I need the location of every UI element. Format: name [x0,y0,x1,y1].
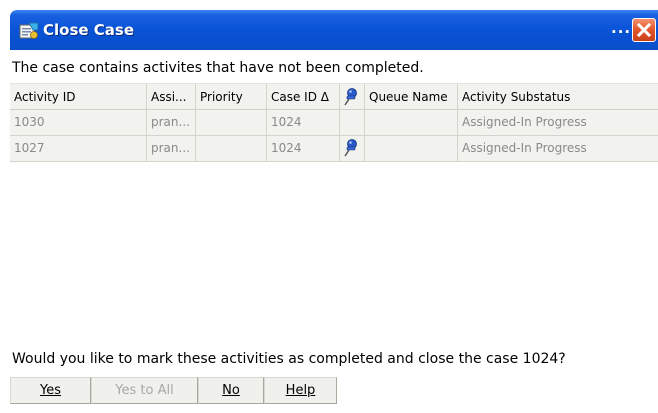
table-row[interactable]: 1030 pran... 1024 Assigned-In Progress [10,110,658,136]
table-row[interactable]: 1027 pran... 1024 Assigned-In Progress [10,136,658,162]
cell-queue-name [365,110,458,135]
no-button-label: No [222,383,240,398]
cell-activity-id: 1030 [10,110,147,135]
cell-pin [340,110,365,135]
cell-queue-name [365,136,458,161]
pushpin-icon [344,88,357,106]
pushpin-icon [344,139,357,157]
column-header-activity-id[interactable]: Activity ID [10,84,147,110]
yes-to-all-button[interactable]: Yes to All [91,377,198,404]
column-header-priority[interactable]: Priority [196,84,267,110]
title-overflow-indicator: ... [611,19,632,37]
column-header-activity-substatus[interactable]: Activity Substatus [458,84,658,110]
close-button[interactable] [632,18,656,42]
column-header-case-id[interactable]: Case ID Δ [267,84,340,110]
close-case-question: Would you like to mark these activities … [12,351,566,367]
yes-to-all-button-label: Yes to All [115,383,174,398]
activities-table: Activity ID Assi... Priority Case ID Δ Q… [10,83,658,343]
yes-button[interactable]: Yes [10,377,91,404]
help-button-label: Help [285,383,316,398]
cell-assigned: pran... [147,136,196,161]
cell-pin [340,136,365,161]
yes-button-label: Yes [40,383,61,398]
column-header-pin[interactable] [340,84,365,110]
cell-activity-substatus: Assigned-In Progress [462,115,587,129]
cell-assigned: pran... [147,110,196,135]
title-bar[interactable]: Close Case ... [10,10,658,50]
close-case-dialog: Close Case ... The case contains activit… [10,10,658,413]
close-icon [636,22,652,38]
cell-case-id: 1024 [267,110,340,135]
cell-priority [196,136,267,161]
column-header-queue-name[interactable]: Queue Name [365,84,458,110]
case-close-icon [19,22,39,40]
button-bar: Yes Yes to All No Help [10,377,658,413]
help-button[interactable]: Help [264,377,337,404]
cell-priority [196,110,267,135]
column-header-assigned[interactable]: Assi... [147,84,196,110]
table-header: Activity ID Assi... Priority Case ID Δ Q… [10,83,658,110]
cell-activity-id: 1027 [10,136,147,161]
no-button[interactable]: No [198,377,264,404]
incomplete-activities-message: The case contains activites that have no… [12,60,424,76]
cell-activity-substatus: Assigned-In Progress [462,141,587,155]
dialog-title: Close Case [43,21,135,39]
cell-case-id: 1024 [267,136,340,161]
